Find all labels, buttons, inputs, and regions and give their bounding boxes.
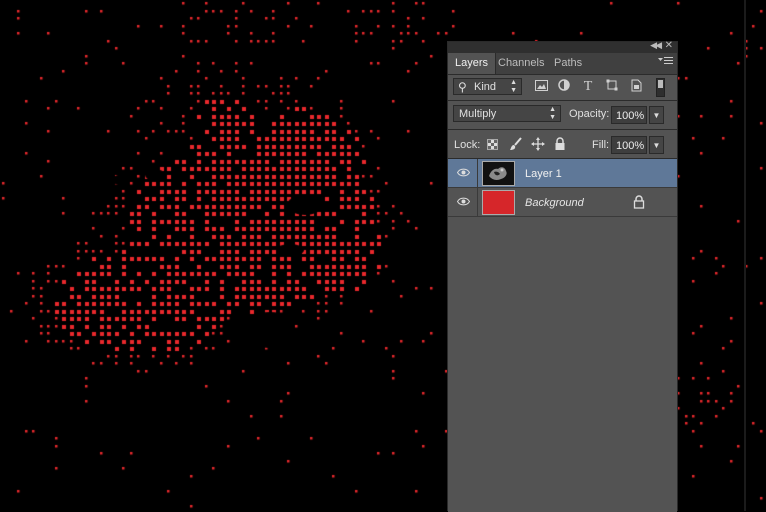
lock-image-pixels-icon[interactable] <box>508 137 523 152</box>
layer-thumbnail <box>482 190 515 215</box>
filter-row: ⚲ Kind ▲ ▼ T <box>448 75 677 101</box>
eye-icon[interactable] <box>457 167 470 178</box>
filter-kind-label: Kind <box>474 81 497 93</box>
tab-channels[interactable]: Channels <box>491 53 551 74</box>
filter-kind-select[interactable]: ⚲ Kind ▲ ▼ <box>453 78 522 95</box>
image-filter-icon[interactable] <box>533 79 549 95</box>
panel-titlebar[interactable]: ◀◀ ✕ <box>448 40 677 53</box>
collapse-panel-icon[interactable]: ◀◀ <box>650 40 662 51</box>
lock-row: Lock: Fill: 100% ▼ <box>448 131 677 159</box>
shape-filter-icon[interactable] <box>604 79 620 95</box>
layer-row-background[interactable]: Background <box>448 188 677 217</box>
layers-list: Layer 1 Background <box>448 159 677 512</box>
chevron-updown-icon: ▲ ▼ <box>510 79 517 94</box>
lock-icon <box>633 195 645 209</box>
lock-transparent-pixels-icon[interactable] <box>487 139 498 150</box>
fill-dropdown-button[interactable]: ▼ <box>649 136 664 154</box>
opacity-dropdown-button[interactable]: ▼ <box>649 106 664 124</box>
eye-icon[interactable] <box>457 196 470 207</box>
opacity-input[interactable]: 100% <box>611 106 647 124</box>
close-panel-icon[interactable]: ✕ <box>665 40 673 51</box>
adjustment-filter-icon[interactable] <box>556 79 572 95</box>
panel-tabs: Layers Channels Paths <box>448 53 677 75</box>
blend-mode-select[interactable]: Multiply ▲ ▼ <box>453 105 561 122</box>
chevron-updown-icon: ▲ ▼ <box>549 106 556 121</box>
lock-all-icon[interactable] <box>552 137 567 152</box>
visibility-separator <box>477 159 478 187</box>
lock-label: Lock: <box>454 139 481 151</box>
layers-panel: ◀◀ ✕ Layers Channels Paths ⚲ Kind ▲▼ T <box>447 40 678 512</box>
search-icon: ⚲ <box>458 80 467 94</box>
document-edge <box>744 0 746 511</box>
lock-position-icon[interactable] <box>530 137 545 152</box>
blend-row: Multiply ▲ ▼ Opacity: 100% ▼ <box>448 102 677 130</box>
visibility-separator <box>477 188 478 216</box>
layer-row-layer-1[interactable]: Layer 1 <box>448 159 677 188</box>
smart-object-filter-icon[interactable] <box>628 79 644 95</box>
tab-layers[interactable]: Layers <box>448 53 497 74</box>
type-filter-icon[interactable]: T <box>580 79 596 95</box>
blend-mode-value: Multiply <box>459 108 497 120</box>
filter-toggle-switch[interactable] <box>656 78 665 97</box>
panel-menu-icon[interactable] <box>658 56 673 66</box>
fill-label: Fill: <box>592 139 610 151</box>
opacity-label: Opacity: <box>569 108 610 120</box>
layer-thumbnail <box>482 161 515 186</box>
layer-name: Background <box>525 197 584 209</box>
layer-name: Layer 1 <box>525 168 562 180</box>
tab-paths[interactable]: Paths <box>547 53 589 74</box>
fill-input[interactable]: 100% <box>611 136 647 154</box>
